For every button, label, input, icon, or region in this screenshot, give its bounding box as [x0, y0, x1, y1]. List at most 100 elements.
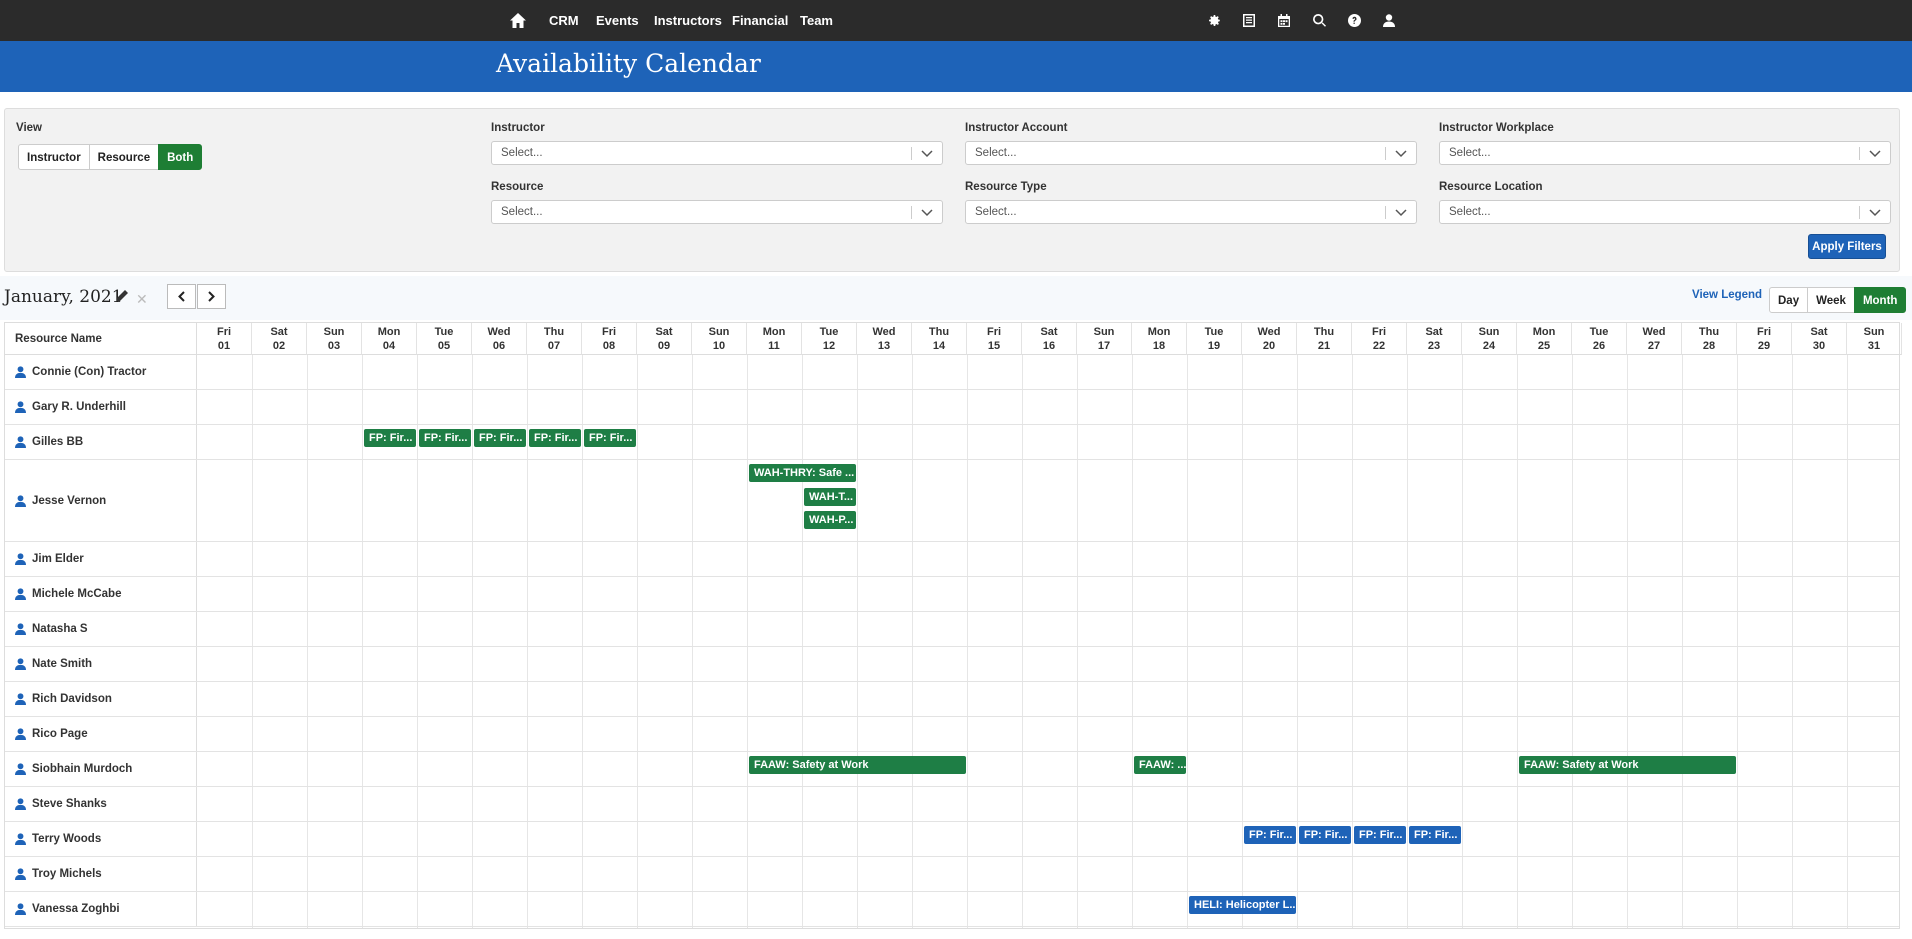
resource-row[interactable]: Troy Michels [5, 857, 1899, 892]
day-header: Thu 07 [527, 323, 582, 355]
resource-name-text: Jim Elder [32, 553, 84, 565]
resource-name: Michele McCabe [5, 577, 197, 611]
calendar-event[interactable]: WAH-T... [804, 487, 856, 506]
edit-pencil-icon[interactable] [115, 289, 129, 303]
instructor-select[interactable]: Select... [491, 141, 943, 165]
calendar-event[interactable]: FAAW: Safety at Work [749, 756, 966, 774]
calendar-event[interactable]: WAH-P... [804, 511, 856, 529]
calendar-event[interactable]: FP: Fir... [1409, 826, 1461, 844]
calendar-event[interactable]: FP: Fir... [419, 429, 471, 447]
person-icon [15, 366, 26, 378]
person-icon [15, 833, 26, 845]
day-weekday: Tue [819, 326, 839, 338]
resource-type-select[interactable]: Select... [965, 200, 1417, 224]
view-legend-link[interactable]: View Legend [1692, 289, 1762, 301]
day-number: 07 [547, 340, 561, 352]
range-week-button[interactable]: Week [1807, 287, 1855, 313]
day-number: 13 [877, 340, 891, 352]
person-icon [15, 693, 26, 705]
day-header: Wed 20 [1242, 323, 1297, 355]
calendar-event[interactable]: FP: Fir... [364, 429, 416, 447]
day-header: Sat 30 [1792, 323, 1847, 355]
resource-row[interactable]: Rich Davidson [5, 682, 1899, 717]
day-header: Tue 19 [1187, 323, 1242, 355]
user-icon[interactable] [1379, 10, 1399, 30]
chevron-down-icon [1395, 209, 1407, 217]
resource-row[interactable]: Jim Elder [5, 542, 1899, 577]
day-header: Sun 17 [1077, 323, 1132, 355]
view-both-button[interactable]: Both [158, 144, 203, 170]
resource-name: Steve Shanks [5, 787, 197, 821]
calendar-event[interactable]: WAH-THRY: Safe ... [749, 464, 856, 482]
range-toggle: Day Week Month [1769, 287, 1907, 313]
resource-row[interactable]: Natasha S [5, 612, 1899, 647]
day-header: Thu 28 [1682, 323, 1737, 355]
instructor-workplace-select[interactable]: Select... [1439, 141, 1891, 165]
day-weekday: Mon [377, 326, 401, 338]
resource-row[interactable]: Siobhain Murdoch FAAW: Safety at Work FAAW… [5, 752, 1899, 787]
day-weekday: Sun [708, 326, 730, 338]
resource-name: Rich Davidson [5, 682, 197, 716]
page-banner: Availability Calendar [0, 41, 1912, 92]
instructor-account-placeholder: Select... [975, 147, 1017, 159]
day-weekday: Tue [1589, 326, 1609, 338]
calendar-event[interactable]: FP: Fir... [474, 429, 526, 447]
resource-name: Nate Smith [5, 647, 197, 681]
resource-location-select[interactable]: Select... [1439, 200, 1891, 224]
nav-events[interactable]: Events [596, 0, 639, 41]
day-header: Mon 18 [1132, 323, 1187, 355]
help-icon[interactable] [1344, 10, 1364, 30]
instructor-account-select[interactable]: Select... [965, 141, 1417, 165]
resource-row[interactable]: Vanessa Zoghbi HELI: Helicopter L... [5, 892, 1899, 927]
resource-row[interactable]: Gary R. Underhill [5, 390, 1899, 425]
calendar-event[interactable]: FP: Fir... [584, 429, 636, 447]
day-weekday: Mon [762, 326, 786, 338]
view-resource-button[interactable]: Resource [88, 144, 160, 170]
resource-type-placeholder: Select... [975, 206, 1017, 218]
resource-name: Rico Page [5, 717, 197, 751]
nav-team[interactable]: Team [800, 0, 833, 41]
resource-row[interactable]: Connie (Con) Tractor [5, 355, 1899, 390]
resource-row[interactable]: Terry Woods FP: Fir... FP: Fir... FP: Fir..… [5, 822, 1899, 857]
nav-financial[interactable]: Financial [732, 0, 788, 41]
list-icon[interactable] [1239, 10, 1259, 30]
calendar-event[interactable]: FP: Fir... [1299, 826, 1351, 844]
select-separator [1385, 206, 1386, 219]
calendar-icon[interactable] [1274, 10, 1294, 30]
search-icon[interactable] [1309, 10, 1329, 30]
day-header: Sat 02 [252, 323, 307, 355]
prev-month-button[interactable] [167, 284, 196, 309]
calendar-event[interactable]: FAAW: ... [1134, 756, 1186, 774]
apply-filters-button[interactable]: Apply Filters [1808, 234, 1886, 259]
resource-select[interactable]: Select... [491, 200, 943, 224]
resource-row[interactable]: Nate Smith [5, 647, 1899, 682]
resource-row[interactable]: Jesse Vernon WAH-THRY: Safe ... WAH-T... WA… [5, 460, 1899, 542]
view-instructor-button[interactable]: Instructor [18, 144, 90, 170]
calendar-event[interactable]: FAAW: Safety at Work [1519, 756, 1736, 774]
clear-x-icon[interactable]: ✕ [136, 292, 148, 306]
next-month-button[interactable] [197, 284, 226, 309]
calendar-event[interactable]: FP: Fir... [1354, 826, 1406, 844]
resource-row[interactable]: Rico Page [5, 717, 1899, 752]
calendar-event[interactable]: FP: Fir... [1244, 826, 1296, 844]
resource-name-text: Connie (Con) Tractor [32, 366, 147, 378]
instructor-workplace-placeholder: Select... [1449, 147, 1491, 159]
day-number: 18 [1152, 340, 1166, 352]
nav-instructors[interactable]: Instructors [654, 0, 722, 41]
resource-row[interactable]: Gilles BB FP: Fir... FP: Fir... FP: Fir... F… [5, 425, 1899, 460]
day-number: 22 [1372, 340, 1386, 352]
calendar-event[interactable]: FP: Fir... [529, 429, 581, 447]
day-header: Fri 15 [967, 323, 1022, 355]
resource-name: Gary R. Underhill [5, 390, 197, 424]
nav-crm[interactable]: CRM [549, 0, 579, 41]
resource-row[interactable]: Michele McCabe [5, 577, 1899, 612]
range-day-button[interactable]: Day [1769, 287, 1809, 313]
person-icon [15, 623, 26, 635]
day-number: 20 [1262, 340, 1276, 352]
home-icon[interactable] [508, 10, 528, 30]
gear-icon[interactable] [1204, 10, 1224, 30]
day-number: 09 [657, 340, 671, 352]
range-month-button[interactable]: Month [1853, 287, 1907, 313]
resource-row[interactable]: Steve Shanks [5, 787, 1899, 822]
calendar-event[interactable]: HELI: Helicopter L... [1189, 896, 1296, 914]
